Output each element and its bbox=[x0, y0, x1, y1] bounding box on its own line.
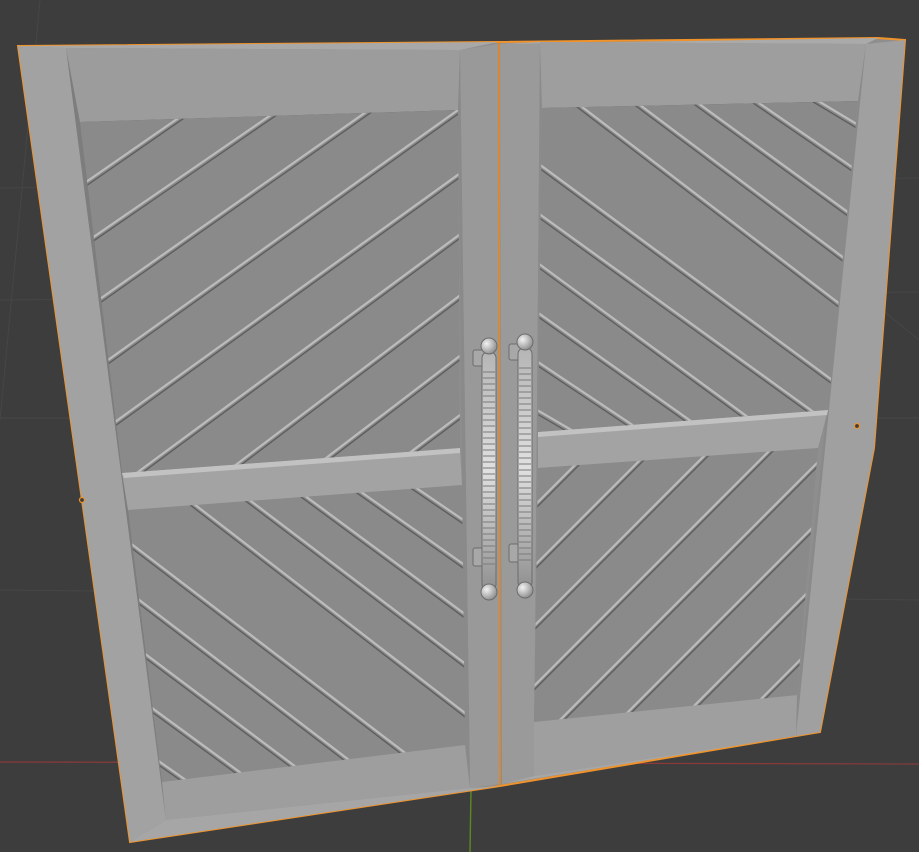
left-door[interactable] bbox=[18, 20, 520, 852]
3d-viewport[interactable] bbox=[0, 0, 919, 852]
y-axis-line bbox=[469, 789, 472, 852]
door-mesh[interactable] bbox=[16, 20, 907, 852]
center-seam bbox=[498, 41, 501, 787]
viewport-canvas[interactable] bbox=[0, 0, 919, 852]
vertex-marker-right[interactable] bbox=[853, 422, 861, 430]
right-door[interactable] bbox=[500, 38, 905, 784]
vertex-marker-left[interactable] bbox=[78, 496, 86, 504]
